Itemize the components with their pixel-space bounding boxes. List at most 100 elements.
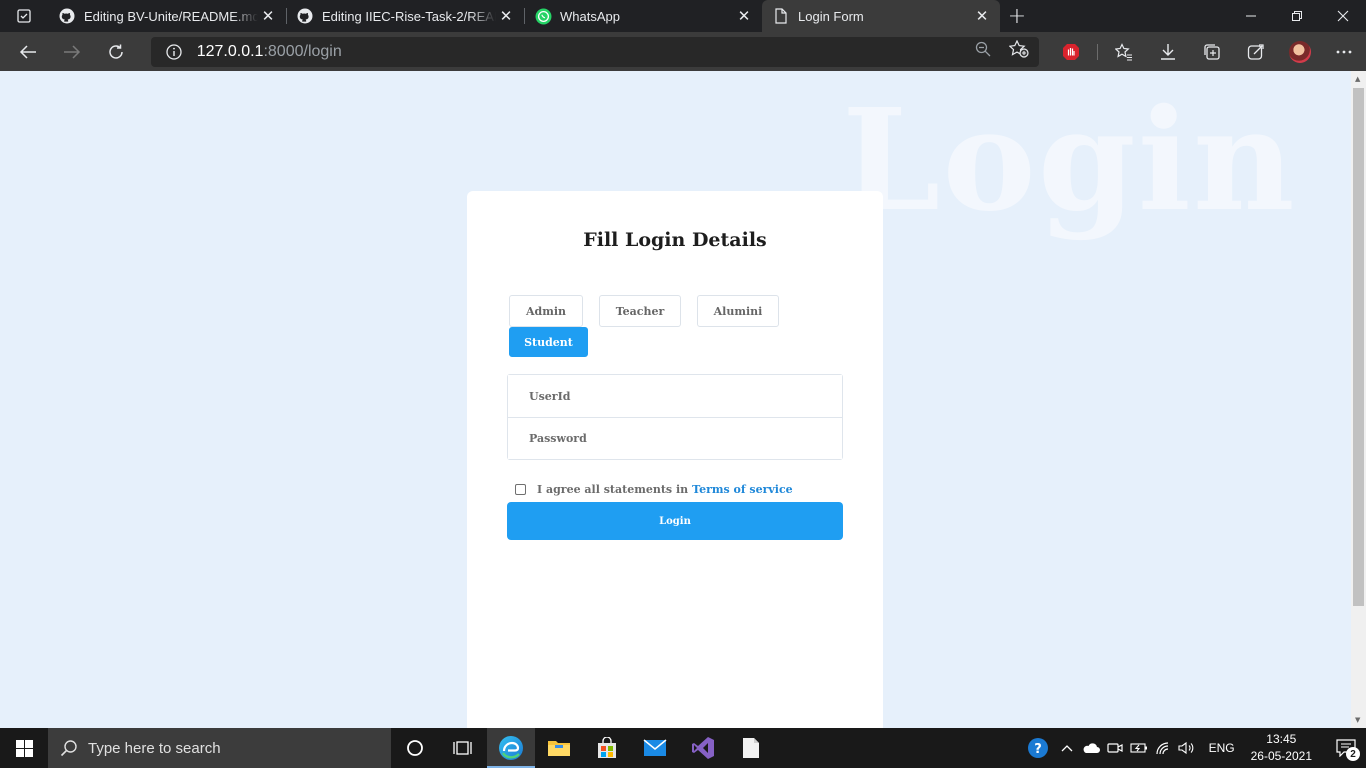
background-watermark-text: Login: [842, 79, 1297, 243]
taskbar-store[interactable]: [583, 728, 631, 768]
favorites-icon: [1114, 42, 1132, 61]
visual-studio-icon: [692, 737, 714, 759]
tab-bv-unite[interactable]: Editing BV-Unite/README.md at ✕: [48, 0, 286, 32]
folder-icon: [548, 741, 570, 756]
show-hidden-icons-button[interactable]: [1055, 728, 1079, 768]
close-icon[interactable]: ✕: [496, 6, 516, 26]
login-title: Fill Login Details: [583, 229, 767, 251]
plus-icon: +: [1007, 3, 1027, 29]
github-icon: [58, 7, 76, 25]
clock[interactable]: 13:45 26-05-2021: [1245, 731, 1326, 765]
taskbar-file-explorer[interactable]: [535, 728, 583, 768]
zoom-icon[interactable]: [975, 41, 991, 62]
back-arrow-icon: [19, 44, 36, 59]
minimize-icon: [1246, 15, 1256, 17]
forward-button[interactable]: [50, 32, 94, 71]
taskbar-visual-studio[interactable]: [679, 728, 727, 768]
tab-bar: Editing BV-Unite/README.md at ✕ Editing …: [0, 0, 1366, 32]
refresh-icon: [109, 44, 123, 59]
help-tray-button[interactable]: ?: [1021, 728, 1055, 768]
extension-adblock-button[interactable]: [1049, 32, 1093, 71]
window-controls: [1228, 0, 1366, 32]
tab-iiec-rise[interactable]: Editing IIEC-Rise-Task-2/README ✕: [286, 0, 524, 32]
start-button[interactable]: [0, 728, 48, 768]
store-icon: [598, 737, 616, 758]
taskbar-notepad[interactable]: [727, 728, 775, 768]
toolbar-icons: [1049, 32, 1366, 71]
cortana-button[interactable]: [391, 728, 439, 768]
collections-button[interactable]: [1190, 32, 1234, 71]
terms-checkbox[interactable]: [515, 484, 526, 495]
clock-time: 13:45: [1266, 732, 1297, 746]
windows-taskbar: Type here to search ? ENG 13:45 26-05-20…: [0, 728, 1366, 768]
role-teacher-button[interactable]: Teacher: [599, 295, 681, 327]
role-student-button[interactable]: Student: [509, 327, 588, 357]
tab-whatsapp[interactable]: WhatsApp ✕: [524, 0, 762, 32]
notification-count-badge: 2: [1346, 747, 1360, 761]
restore-button[interactable]: [1274, 0, 1320, 32]
battery-tray-button[interactable]: [1127, 728, 1151, 768]
page-icon: [772, 7, 790, 25]
settings-menu-button[interactable]: [1322, 32, 1366, 71]
browser-toolbar: 127.0.0.1:8000/login: [0, 32, 1366, 71]
tab-title: Login Form: [798, 8, 864, 24]
help-icon: ?: [1027, 738, 1048, 758]
terms-of-service-link[interactable]: Terms of service: [692, 483, 793, 496]
close-icon[interactable]: ✕: [972, 6, 992, 26]
downloads-button[interactable]: [1146, 32, 1190, 71]
close-window-button[interactable]: [1320, 0, 1366, 32]
tab-login-form[interactable]: Login Form ✕: [762, 0, 1000, 32]
vertical-scrollbar[interactable]: ▲ ▼: [1351, 71, 1366, 728]
close-icon: [1337, 10, 1349, 22]
volume-tray-button[interactable]: [1175, 728, 1199, 768]
close-icon[interactable]: ✕: [734, 6, 754, 26]
favorites-button[interactable]: [1102, 32, 1146, 71]
profile-button[interactable]: [1278, 32, 1322, 71]
mail-icon: [643, 739, 667, 756]
action-center-button[interactable]: 2: [1326, 728, 1366, 768]
taskbar-mail[interactable]: [631, 728, 679, 768]
stop-hand-icon: [1062, 43, 1079, 60]
windows-logo-icon: [15, 739, 33, 757]
new-tab-button[interactable]: +: [1000, 0, 1034, 32]
add-favorite-icon[interactable]: [1008, 39, 1029, 63]
wifi-tray-button[interactable]: [1151, 728, 1175, 768]
speaker-icon: [1178, 741, 1193, 755]
web-capture-button[interactable]: [1234, 32, 1278, 71]
whatsapp-icon: [534, 7, 552, 25]
task-view-button[interactable]: [439, 728, 487, 768]
close-icon[interactable]: ✕: [258, 6, 278, 26]
scroll-up-icon[interactable]: ▲: [1355, 75, 1360, 83]
avatar: [1288, 40, 1311, 63]
scroll-down-icon[interactable]: ▼: [1355, 716, 1360, 724]
task-view-icon: [453, 741, 472, 755]
address-bar[interactable]: 127.0.0.1:8000/login: [150, 36, 1039, 67]
userid-input[interactable]: UserId: [508, 375, 842, 417]
search-icon: [60, 739, 78, 757]
system-tray: ? ENG 13:45 26-05-2021 2: [1021, 728, 1366, 768]
tab-actions-icon: [17, 9, 31, 23]
taskbar-edge[interactable]: [487, 728, 535, 768]
svg-text:?: ?: [1034, 742, 1042, 757]
github-icon: [296, 7, 314, 25]
tab-actions-button[interactable]: [0, 0, 48, 32]
wifi-icon: [1155, 742, 1168, 755]
refresh-button[interactable]: [94, 32, 138, 71]
scroll-thumb[interactable]: [1353, 88, 1364, 606]
onedrive-tray-button[interactable]: [1079, 728, 1103, 768]
info-icon[interactable]: [165, 43, 183, 61]
taskbar-search-box[interactable]: Type here to search: [48, 728, 391, 768]
input-language[interactable]: ENG: [1199, 741, 1245, 755]
address-bar-actions: [975, 39, 1029, 63]
minimize-button[interactable]: [1228, 0, 1274, 32]
restore-icon: [1292, 11, 1302, 21]
password-input[interactable]: Password: [508, 417, 842, 459]
back-button[interactable]: [6, 32, 50, 71]
terms-agreement: I agree all statements in Terms of servi…: [515, 483, 793, 496]
role-alumini-button[interactable]: Alumini: [697, 295, 779, 327]
page-viewport: Login Fill Login Details Admin Teacher A…: [0, 71, 1351, 728]
video-camera-icon: [1106, 743, 1123, 753]
role-admin-button[interactable]: Admin: [509, 295, 583, 327]
meet-now-tray-button[interactable]: [1103, 728, 1127, 768]
login-button[interactable]: Login: [507, 502, 843, 540]
